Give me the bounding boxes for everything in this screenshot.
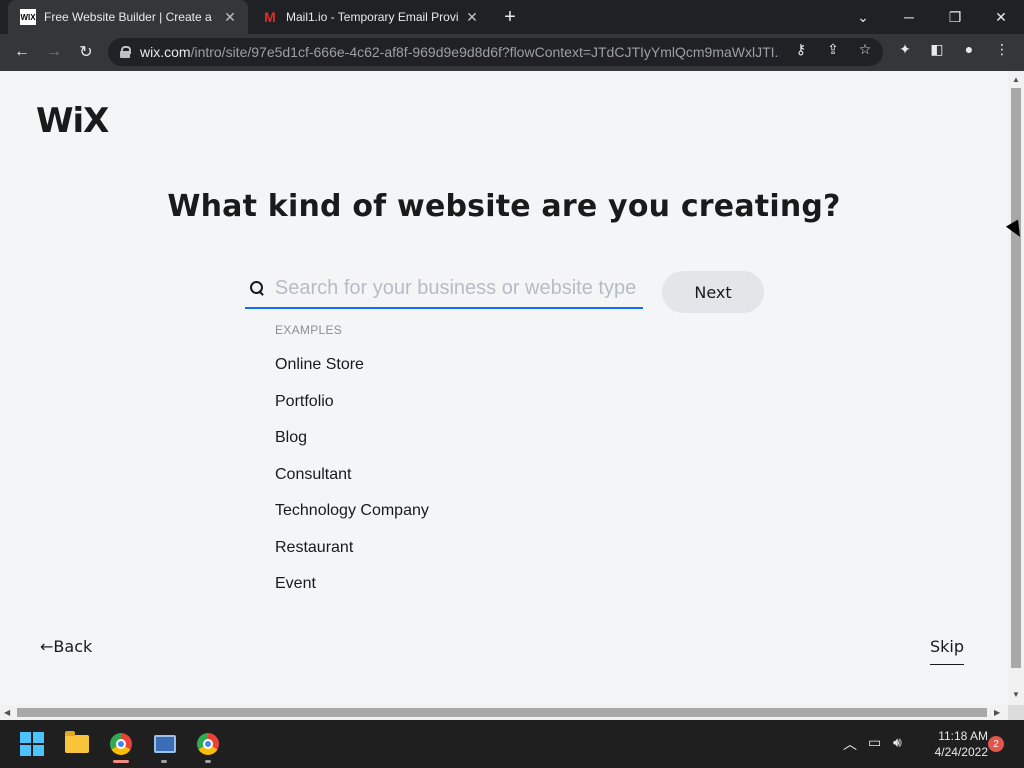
tab-search-chevron-icon[interactable]: ⌄: [840, 0, 886, 34]
reload-icon[interactable]: ↻: [72, 38, 100, 66]
next-button[interactable]: Next: [662, 271, 764, 313]
address-bar[interactable]: wix.com/intro/site/97e5d1cf-666e-4c62-af…: [108, 38, 883, 66]
vertical-scroll-thumb[interactable]: [1011, 88, 1021, 668]
minimize-button[interactable]: ─: [886, 0, 932, 34]
forward-arrow-icon[interactable]: →: [40, 38, 68, 66]
skip-link[interactable]: Skip: [930, 637, 965, 665]
window-close-button[interactable]: ✕: [978, 0, 1024, 34]
page-viewport: WiX What kind of website are you creatin…: [0, 71, 1008, 705]
url-text: wix.com/intro/site/97e5d1cf-666e-4c62-af…: [140, 44, 780, 60]
volume-icon[interactable]: 🔊︎: [893, 734, 902, 751]
chrome-icon[interactable]: [194, 730, 222, 758]
tab-wix[interactable]: WIX Free Website Builder | Create a Fr ✕: [8, 0, 248, 34]
profile-avatar-icon[interactable]: ●: [960, 40, 978, 58]
chrome-profile-icon[interactable]: [107, 730, 135, 758]
active-app-indicator: [113, 760, 129, 763]
example-item[interactable]: Online Store: [275, 353, 429, 390]
notification-badge[interactable]: 2: [988, 736, 1004, 752]
example-item[interactable]: Technology Company: [275, 499, 429, 536]
examples-label: EXAMPLES: [275, 323, 343, 337]
open-app-indicator: [205, 760, 211, 763]
search-field[interactable]: [245, 269, 643, 309]
search-input[interactable]: [274, 276, 643, 300]
tab-title: Free Website Builder | Create a Fr: [44, 10, 216, 24]
example-item[interactable]: Blog: [275, 426, 429, 463]
wix-logo[interactable]: WiX: [36, 101, 109, 141]
taskbar: ︿ ▭ 🔊︎ 11:18 AM 4/24/2022 2: [0, 720, 1024, 768]
vertical-scrollbar[interactable]: ▲ ▼: [1008, 71, 1024, 705]
clock-time: 11:18 AM: [938, 729, 988, 743]
scroll-down-arrow-icon[interactable]: ▼: [1012, 690, 1020, 699]
search-icon: [249, 280, 265, 296]
gmail-favicon-icon: M: [264, 9, 276, 25]
share-icon[interactable]: ⇪: [824, 40, 842, 58]
network-icon[interactable]: ▭: [868, 734, 881, 751]
example-item[interactable]: Event: [275, 572, 429, 609]
example-item[interactable]: Portfolio: [275, 390, 429, 427]
scroll-left-arrow-icon[interactable]: ◀: [4, 708, 10, 717]
horizontal-scrollbar[interactable]: ◀ ▶: [0, 705, 1008, 720]
side-panel-icon[interactable]: ◧: [928, 40, 946, 58]
browser-toolbar: ← → ↻ wix.com/intro/site/97e5d1cf-666e-4…: [0, 34, 1024, 71]
file-explorer-icon[interactable]: [63, 730, 91, 758]
system-clock[interactable]: 11:18 AM 4/24/2022: [918, 728, 988, 760]
scrollbar-corner: [1008, 705, 1024, 720]
horizontal-scroll-thumb[interactable]: [17, 708, 987, 717]
back-link[interactable]: ←Back: [40, 637, 92, 656]
open-app-indicator: [161, 760, 167, 763]
back-arrow-icon[interactable]: ←: [8, 38, 36, 66]
clock-date: 4/24/2022: [934, 745, 988, 759]
wix-favicon-icon: WIX: [20, 9, 36, 25]
close-icon[interactable]: ✕: [222, 9, 238, 25]
tray-chevron-up-icon[interactable]: ︿: [843, 734, 857, 754]
windows-start-icon[interactable]: [18, 730, 46, 758]
key-icon[interactable]: ⚷: [792, 40, 810, 58]
close-icon[interactable]: ✕: [464, 9, 480, 25]
examples-list: Online Store Portfolio Blog Consultant T…: [275, 353, 429, 609]
example-item[interactable]: Restaurant: [275, 536, 429, 573]
tab-mail1[interactable]: M Mail1.io - Temporary Email Provid ✕: [250, 0, 490, 34]
tab-title: Mail1.io - Temporary Email Provid: [286, 10, 458, 24]
new-tab-button[interactable]: +: [498, 5, 522, 29]
extensions-puzzle-icon[interactable]: ✦: [896, 40, 914, 58]
bookmark-star-icon[interactable]: ☆: [856, 40, 874, 58]
remote-desktop-icon[interactable]: [151, 730, 179, 758]
example-item[interactable]: Consultant: [275, 463, 429, 500]
restore-button[interactable]: ❐: [932, 0, 978, 34]
lock-icon[interactable]: [120, 46, 131, 58]
menu-kebab-icon[interactable]: ⋮: [993, 40, 1011, 58]
page-title: What kind of website are you creating?: [167, 189, 841, 224]
tab-strip: WIX Free Website Builder | Create a Fr ✕…: [0, 0, 1024, 34]
scroll-up-arrow-icon[interactable]: ▲: [1012, 75, 1020, 84]
scroll-right-arrow-icon[interactable]: ▶: [994, 708, 1000, 717]
